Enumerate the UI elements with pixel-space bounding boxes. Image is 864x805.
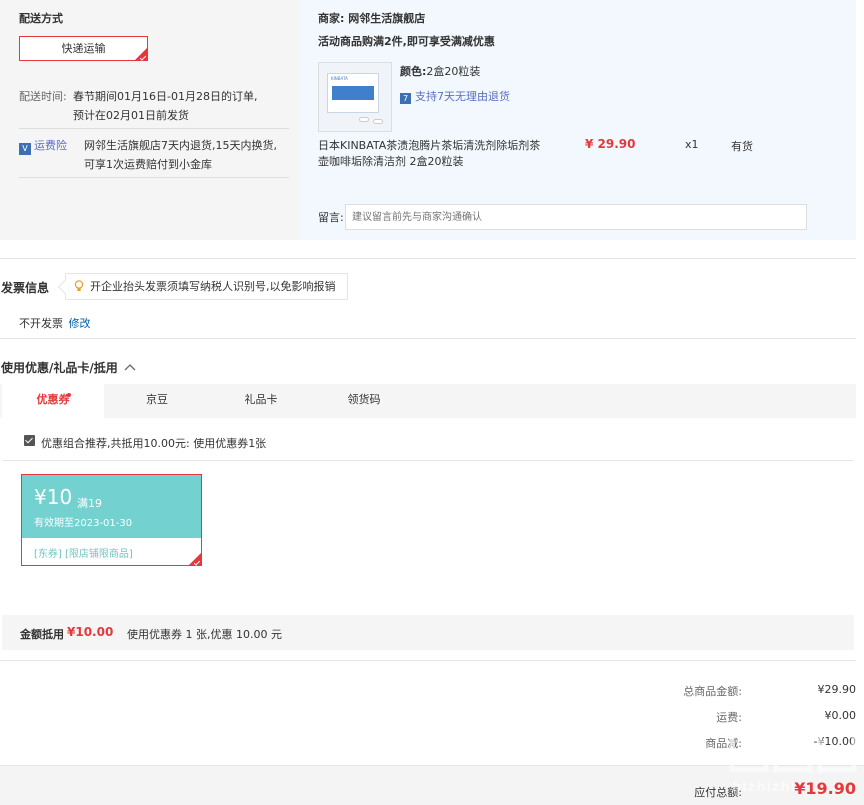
selected-check-icon [189,553,201,566]
product-image-brand: KINBATA [331,76,348,81]
discount-summary-label: 金额抵用 [20,628,64,641]
invoice-status: 不开发票 [19,317,63,330]
divider [0,338,856,339]
recommend-checkbox[interactable] [24,435,35,446]
seller-name[interactable]: 网邻生活旗舰店 [348,12,425,25]
seller-label: 商家: [318,12,345,25]
insurance-link[interactable]: V 运费险 [19,137,67,155]
invoice-title: 发票信息 [1,281,50,295]
tab-giftcard-label: 礼品卡 [244,393,278,406]
product-image[interactable]: KINBATA [318,62,392,132]
shipping-time-line2: 预计在02月01日前发货 [73,109,189,122]
watermark-text: hizhizhi [732,780,797,795]
tab-jingdou-label: 京豆 [146,393,168,406]
tab-coupon[interactable]: 优惠券 [2,384,104,418]
insurance-icon: V [19,143,31,155]
invoice-tip-text: 开企业抬头发票须填写纳税人识别号,以免影响报销 [90,280,336,293]
discount-title[interactable]: 使用优惠/礼品卡/抵用 [1,359,136,376]
coupon-condition: 满19 [77,497,102,510]
coupon-tag-limit: [限店铺限商品] [65,549,133,560]
lightbulb-icon [74,280,84,291]
invoice-tip: 开企业抬头发票须填写纳税人识别号,以免影响报销 [65,273,348,300]
tab-redeem-code[interactable]: 领货码 [312,384,416,418]
product-name-line2[interactable]: 壶咖啡垢除清洁剂 2盒20粒装 [318,153,464,169]
tab-jingdou[interactable]: 京豆 [104,384,210,418]
product-quantity: x1 [685,138,699,151]
divider [19,177,289,178]
divider [19,128,289,129]
shipping-option-express[interactable]: 快递运输 [19,36,148,61]
color-value: 2盒20粒装 [426,65,481,78]
discount-title-text: 使用优惠/礼品卡/抵用 [1,361,118,375]
chevron-up-icon [124,364,136,371]
recommend-text: 优惠组合推荐,共抵用10.00元: 使用优惠券1张 [41,437,267,450]
return-policy: 7 支持7天无理由退货 [400,88,510,104]
discount-summary-detail: 使用优惠券 1 张,优惠 10.00 元 [127,628,282,641]
color-row: 颜色:2盒20粒装 [400,63,480,79]
divider [0,258,856,259]
return-policy-text: 支持7天无理由退货 [415,90,510,103]
color-label: 颜色: [400,65,427,78]
product-price: ¥ 29.90 [585,137,636,151]
note-input[interactable] [345,204,807,230]
return-icon: 7 [400,93,411,104]
watermark-logo-icon [729,729,857,773]
site-watermark: hizhizhi [729,729,860,800]
selected-check-icon [135,48,147,61]
product-name-line1[interactable]: 日本KINBATA茶渍泡腾片茶垢清洗剂除垢剂茶 [318,137,540,153]
shipping-option-label: 快递运输 [61,42,106,55]
discount-tabs: 优惠券 京豆 礼品卡 领货码 [0,384,856,418]
seller-row: 商家: 网邻生活旗舰店 [318,10,425,26]
total-goods-value: ¥29.90 [817,683,857,696]
coupon-validity: 有效期至2023-01-30 [34,518,133,529]
total-goods-label: 总商品金额: [683,685,742,698]
discount-summary-amount: ¥10.00 [67,625,114,639]
shipping-time-label: 配送时间: [19,90,67,103]
coupon-amount: ¥10 [34,485,73,509]
divider [0,660,856,661]
shipping-time-line1: 春节期间01月16日-01月28日的订单, [73,90,258,103]
product-stock: 有货 [731,140,753,153]
insurance-line2: 可享1次运费赔付到小金库 [84,158,212,171]
total-shipping-label: 运费: [716,711,742,724]
tab-coupon-label: 优惠券 [36,393,70,406]
insurance-line1: 网邻生活旗舰店7天内退货,15天内换货, [84,139,277,152]
invoice-modify-link[interactable]: 修改 [69,317,91,330]
shipping-title: 配送方式 [19,12,63,25]
coupon-tag-dongquan: [东券] [34,549,62,560]
invoice-status-row: 不开发票 修改 [19,315,91,331]
tab-coupon-dot [67,393,71,397]
promo-text: 活动商品购满2件,即可享受满减优惠 [318,35,495,48]
note-label: 留言: [318,211,344,224]
coupon-card[interactable]: ¥10 满19 有效期至2023-01-30 [东券] [限店铺限商品] [21,474,202,566]
insurance-label: 运费险 [34,139,67,152]
total-shipping-value: ¥0.00 [824,709,857,722]
tab-redeem-code-label: 领货码 [347,393,381,406]
coupon-tags: [东券] [限店铺限商品] [34,545,133,560]
tab-giftcard[interactable]: 礼品卡 [210,384,312,418]
